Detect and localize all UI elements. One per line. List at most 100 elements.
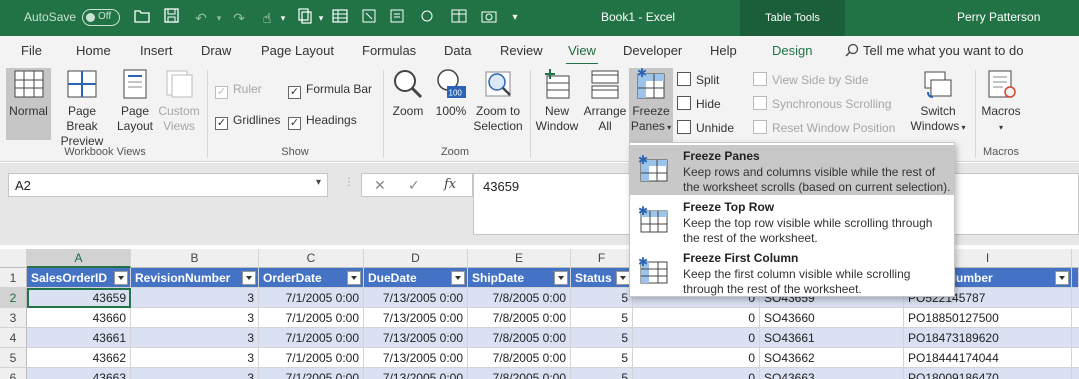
table-cell[interactable]: 5 bbox=[571, 348, 633, 368]
freeze-panes-button[interactable]: ✱ Freeze Panes ▾ bbox=[629, 68, 673, 142]
text-direction-icon[interactable] bbox=[360, 8, 378, 28]
zoom-button[interactable]: Zoom bbox=[388, 68, 428, 142]
table-header-cell[interactable]: OrderDate bbox=[259, 268, 364, 288]
table-cell[interactable] bbox=[1072, 348, 1079, 368]
tab-home[interactable]: Home bbox=[76, 43, 111, 58]
autosave-toggle[interactable]: Off bbox=[82, 9, 120, 26]
row-header-4[interactable]: 4 bbox=[0, 328, 27, 348]
table-header-cell[interactable]: ShipDate bbox=[468, 268, 571, 288]
camera-icon[interactable] bbox=[480, 8, 498, 28]
table-cell[interactable]: 7/8/2005 0:00 bbox=[468, 348, 571, 368]
table-cell[interactable]: 7/1/2005 0:00 bbox=[259, 348, 364, 368]
filter-dropdown-icon[interactable] bbox=[242, 271, 256, 285]
table-cell[interactable]: 7/8/2005 0:00 bbox=[468, 368, 571, 379]
table-cell[interactable]: 0 bbox=[633, 348, 760, 368]
user-name[interactable]: Perry Patterson bbox=[957, 10, 1040, 24]
column-header-a[interactable]: A bbox=[27, 249, 131, 268]
table-cell[interactable]: 7/13/2005 0:00 bbox=[364, 308, 468, 328]
table-cell[interactable]: 3 bbox=[131, 348, 259, 368]
table-cell[interactable]: 5 bbox=[571, 368, 633, 379]
table-cell[interactable] bbox=[1072, 308, 1079, 328]
table-cell[interactable]: 5 bbox=[571, 308, 633, 328]
redo-icon[interactable]: ↷ bbox=[230, 8, 248, 28]
table-header-cell[interactable] bbox=[1072, 268, 1079, 288]
column-header-f[interactable]: F bbox=[571, 249, 633, 268]
tab-developer[interactable]: Developer bbox=[623, 43, 682, 58]
table-cell[interactable]: 43662 bbox=[27, 348, 131, 368]
page-layout-button[interactable]: Page Layout bbox=[114, 68, 156, 142]
menu-item-freeze-panes[interactable]: ✱ Freeze Panes Keep rows and columns vis… bbox=[630, 145, 954, 195]
tab-view[interactable]: View bbox=[566, 43, 598, 65]
cancel-icon[interactable]: ✕ bbox=[374, 177, 386, 194]
table-cell[interactable] bbox=[1072, 368, 1079, 379]
table-cell[interactable]: PO18850127500 bbox=[904, 308, 1072, 328]
column-header-b[interactable]: B bbox=[131, 249, 259, 268]
customize-qat-icon[interactable]: ▾ bbox=[508, 8, 522, 28]
tab-review[interactable]: Review bbox=[500, 43, 543, 58]
table-cell[interactable]: 3 bbox=[131, 328, 259, 348]
table-header-cell[interactable]: DueDate bbox=[364, 268, 468, 288]
tab-page-layout[interactable]: Page Layout bbox=[261, 43, 334, 58]
row-header-6[interactable]: 6 bbox=[0, 368, 27, 379]
row-header-3[interactable]: 3 bbox=[0, 308, 27, 328]
table-icon[interactable] bbox=[450, 8, 468, 28]
table-cell[interactable]: 5 bbox=[571, 328, 633, 348]
column-header-j[interactable] bbox=[1072, 249, 1079, 268]
new-window-button[interactable]: New Window bbox=[533, 68, 581, 142]
undo-icon[interactable]: ↶ bbox=[192, 8, 210, 28]
table-cell[interactable]: PO18444174044 bbox=[904, 348, 1072, 368]
table-cell[interactable]: SO43661 bbox=[760, 328, 904, 348]
filter-dropdown-icon[interactable] bbox=[616, 271, 630, 285]
table-cell[interactable]: 0 bbox=[633, 308, 760, 328]
table-cell[interactable]: 7/8/2005 0:00 bbox=[468, 288, 571, 308]
row-header-1[interactable]: 1 bbox=[0, 268, 27, 288]
table-cell[interactable]: 43660 bbox=[27, 308, 131, 328]
table-cell[interactable]: 3 bbox=[131, 308, 259, 328]
table-cell[interactable]: SO43660 bbox=[760, 308, 904, 328]
save-icon[interactable] bbox=[162, 8, 180, 28]
table-cell[interactable]: 7/13/2005 0:00 bbox=[364, 348, 468, 368]
column-header-d[interactable]: D bbox=[364, 249, 468, 268]
tab-design[interactable]: Design bbox=[772, 43, 812, 58]
zoom-to-selection-button[interactable]: Zoom to Selection bbox=[471, 68, 525, 142]
filter-dropdown-icon[interactable] bbox=[554, 271, 568, 285]
page-break-preview-button[interactable]: Page Break Preview bbox=[52, 68, 112, 148]
gridlines-checkbox[interactable]: ✓ Gridlines bbox=[215, 111, 280, 131]
open-icon[interactable] bbox=[133, 8, 151, 28]
table-cell[interactable]: 0 bbox=[633, 368, 760, 379]
formula-bar-checkbox[interactable]: ✓ Formula Bar bbox=[288, 80, 372, 100]
tab-file[interactable]: File bbox=[21, 43, 42, 58]
table-cell[interactable]: 7/1/2005 0:00 bbox=[259, 368, 364, 379]
touch-mode-icon[interactable]: ☝ bbox=[258, 8, 276, 28]
table-cell[interactable]: 3 bbox=[131, 288, 259, 308]
reset-window-position-button[interactable]: Reset Window Position bbox=[753, 119, 895, 139]
select-all-corner[interactable] bbox=[0, 249, 27, 268]
table-header-cell[interactable]: SalesOrderID bbox=[27, 268, 131, 288]
table-cell[interactable]: SO43663 bbox=[760, 368, 904, 379]
table-cell[interactable]: 7/1/2005 0:00 bbox=[259, 308, 364, 328]
menu-item-freeze-top-row[interactable]: ✱ Freeze Top Row Keep the top row visibl… bbox=[630, 196, 954, 246]
table-cell[interactable]: SO43662 bbox=[760, 348, 904, 368]
ruler-checkbox[interactable]: ✓ Ruler bbox=[215, 80, 262, 100]
name-box[interactable]: A2 ▾ bbox=[8, 173, 328, 197]
tab-draw[interactable]: Draw bbox=[201, 43, 231, 58]
split-button[interactable]: Split bbox=[677, 71, 719, 91]
column-header-c[interactable]: C bbox=[259, 249, 364, 268]
table-cell[interactable] bbox=[1072, 328, 1079, 348]
name-box-dropdown-icon[interactable]: ▾ bbox=[316, 177, 321, 188]
table-cell[interactable]: 7/1/2005 0:00 bbox=[259, 288, 364, 308]
copy-dropdown-icon[interactable]: ▾ bbox=[316, 8, 326, 28]
macros-button[interactable]: Macros ▾ bbox=[978, 68, 1024, 142]
switch-windows-button[interactable]: Switch Windows ▾ bbox=[906, 68, 970, 142]
synchronous-scrolling-button[interactable]: Synchronous Scrolling bbox=[753, 95, 891, 115]
table-cell[interactable]: 7/1/2005 0:00 bbox=[259, 328, 364, 348]
table-header-cell[interactable]: RevisionNumber bbox=[131, 268, 259, 288]
row-header-5[interactable]: 5 bbox=[0, 348, 27, 368]
tab-formulas[interactable]: Formulas bbox=[362, 43, 416, 58]
normal-view-button[interactable]: Normal bbox=[6, 68, 51, 140]
shapes-icon[interactable] bbox=[418, 8, 436, 28]
table-cell[interactable]: 43661 bbox=[27, 328, 131, 348]
tab-help[interactable]: Help bbox=[710, 43, 737, 58]
table-header-cell[interactable]: Status bbox=[571, 268, 633, 288]
filter-dropdown-icon[interactable] bbox=[347, 271, 361, 285]
